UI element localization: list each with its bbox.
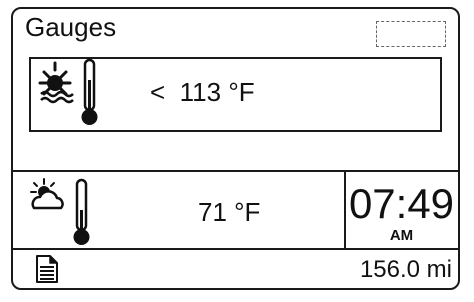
outside-air-temperature-icon (30, 178, 90, 245)
document-icon (36, 255, 58, 283)
outside-temperature-unit: °F (234, 197, 261, 227)
coolant-temperature-unit: °F (228, 77, 255, 107)
empty-indicator-slot (376, 21, 446, 47)
outside-temperature-value: 71 (198, 197, 227, 227)
trip-distance: 156.0 mi (359, 256, 452, 283)
page-title: Gauges (25, 12, 117, 42)
engine-coolant-temperature-icon (38, 58, 98, 125)
clock-am-pm: AM (389, 227, 414, 244)
divider-bottom (13, 248, 458, 250)
outside-temperature-readout: 71 °F (198, 197, 260, 227)
below-threshold-symbol: < (150, 77, 166, 107)
divider-top (13, 170, 458, 172)
coolant-temperature-value: 113 (179, 77, 222, 107)
coolant-temperature-readout: < 113 °F (150, 77, 255, 107)
clock-time: 07:49 (348, 180, 455, 227)
